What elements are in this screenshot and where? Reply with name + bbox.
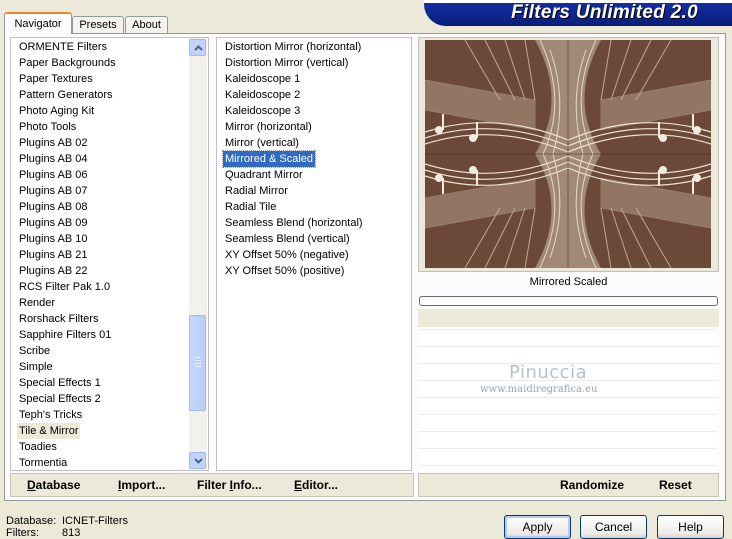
- filter-item[interactable]: XY Offset 50% (negative): [223, 247, 351, 263]
- category-item[interactable]: Plugins AB 04: [17, 151, 90, 167]
- category-scrollbar[interactable]: [189, 38, 207, 470]
- category-item[interactable]: Special Effects 1: [17, 375, 103, 391]
- chevron-up-icon: [194, 45, 203, 51]
- category-item[interactable]: Tile & Mirror: [17, 423, 81, 439]
- category-list[interactable]: ORMENTE Filters Paper Backgrounds Paper Te…: [10, 37, 209, 471]
- filter-item[interactable]: Kaleidoscope 3: [223, 103, 302, 119]
- import-button[interactable]: Import...: [118, 478, 165, 492]
- filter-item[interactable]: Quadrant Mirror: [223, 167, 305, 183]
- category-item[interactable]: Photo Tools: [17, 119, 78, 135]
- category-item[interactable]: ORMENTE Filters: [17, 39, 109, 55]
- database-button[interactable]: Database: [27, 478, 80, 492]
- filter-item[interactable]: XY Offset 50% (positive): [223, 263, 346, 279]
- watermark-name: Pinuccia: [509, 362, 588, 383]
- status-database-label: Database:: [6, 515, 57, 527]
- filter-item[interactable]: Seamless Blend (horizontal): [223, 215, 365, 231]
- preview-button-strip: Randomize Reset: [418, 473, 719, 497]
- status-filters-value: 813: [62, 527, 81, 539]
- cancel-button[interactable]: Cancel: [580, 515, 647, 539]
- chevron-down-icon: [194, 458, 203, 464]
- tab-presets[interactable]: Presets: [72, 16, 124, 33]
- filter-item[interactable]: Radial Tile: [223, 199, 278, 215]
- scroll-up-button[interactable]: [189, 39, 206, 56]
- category-item[interactable]: Teph's Tricks: [17, 407, 84, 423]
- filter-item[interactable]: Kaleidoscope 1: [223, 71, 302, 87]
- filter-item[interactable]: Distortion Mirror (horizontal): [223, 39, 363, 55]
- category-item[interactable]: Plugins AB 22: [17, 263, 90, 279]
- category-item[interactable]: Tormentia: [17, 455, 69, 470]
- title-banner: Filters Unlimited 2.0: [424, 0, 732, 26]
- filter-item[interactable]: Mirror (horizontal): [223, 119, 314, 135]
- category-item[interactable]: Paper Textures: [17, 71, 95, 87]
- category-item[interactable]: Plugins AB 21: [17, 247, 90, 263]
- parameter-header: [418, 309, 719, 327]
- filter-button-strip: Database Import... Filter Info... Editor…: [10, 473, 414, 497]
- category-item[interactable]: Render: [17, 295, 57, 311]
- apply-button[interactable]: Apply: [504, 515, 571, 539]
- category-item[interactable]: Scribe: [17, 343, 52, 359]
- category-item[interactable]: Paper Backgrounds: [17, 55, 118, 71]
- tab-about[interactable]: About: [125, 16, 168, 33]
- app-title: Filters Unlimited 2.0: [511, 2, 698, 23]
- filter-info-button[interactable]: Filter Info...: [197, 478, 262, 492]
- status-database: Database: ICNET-Filters: [6, 515, 128, 527]
- category-item[interactable]: Plugins AB 06: [17, 167, 90, 183]
- category-item[interactable]: Rorshack Filters: [17, 311, 100, 327]
- filter-item[interactable]: Radial Mirror: [223, 183, 290, 199]
- category-item[interactable]: Plugins AB 07: [17, 183, 90, 199]
- filter-list[interactable]: Distortion Mirror (horizontal) Distortion…: [216, 37, 412, 471]
- category-item[interactable]: Special Effects 2: [17, 391, 103, 407]
- preview-image: [425, 40, 711, 268]
- category-item[interactable]: Plugins AB 02: [17, 135, 90, 151]
- category-item[interactable]: Sapphire Filters 01: [17, 327, 113, 343]
- filter-item[interactable]: Mirrored & Scaled: [221, 150, 317, 168]
- filter-item[interactable]: Kaleidoscope 2: [223, 87, 302, 103]
- progress-bar: [419, 296, 718, 306]
- randomize-button[interactable]: Randomize: [560, 478, 624, 492]
- help-button[interactable]: Help: [657, 515, 724, 539]
- scroll-thumb[interactable]: [189, 315, 206, 411]
- status-database-value: ICNET-Filters: [62, 515, 128, 527]
- category-item[interactable]: Plugins AB 09: [17, 215, 90, 231]
- category-item[interactable]: Simple: [17, 359, 55, 375]
- filter-item[interactable]: Mirror (vertical): [223, 135, 301, 151]
- reset-button[interactable]: Reset: [659, 478, 692, 492]
- watermark-url: www.maidiregrafica.eu: [480, 384, 598, 395]
- filter-item[interactable]: Distortion Mirror (vertical): [223, 55, 350, 71]
- editor-button[interactable]: Editor...: [294, 478, 338, 492]
- tab-navigator[interactable]: Navigator: [4, 12, 72, 34]
- category-item[interactable]: Plugins AB 08: [17, 199, 90, 215]
- filter-item[interactable]: Seamless Blend (vertical): [223, 231, 352, 247]
- status-filters-label: Filters:: [6, 527, 39, 539]
- scroll-down-button[interactable]: [189, 452, 206, 469]
- category-item[interactable]: Toadies: [17, 439, 59, 455]
- category-item[interactable]: Pattern Generators: [17, 87, 115, 103]
- status-filters: Filters: 813: [6, 527, 80, 539]
- category-item[interactable]: Plugins AB 10: [17, 231, 90, 247]
- category-item[interactable]: RCS Filter Pak 1.0: [17, 279, 112, 295]
- category-item[interactable]: Photo Aging Kit: [17, 103, 96, 119]
- filter-name-caption: Mirrored Scaled: [529, 276, 608, 288]
